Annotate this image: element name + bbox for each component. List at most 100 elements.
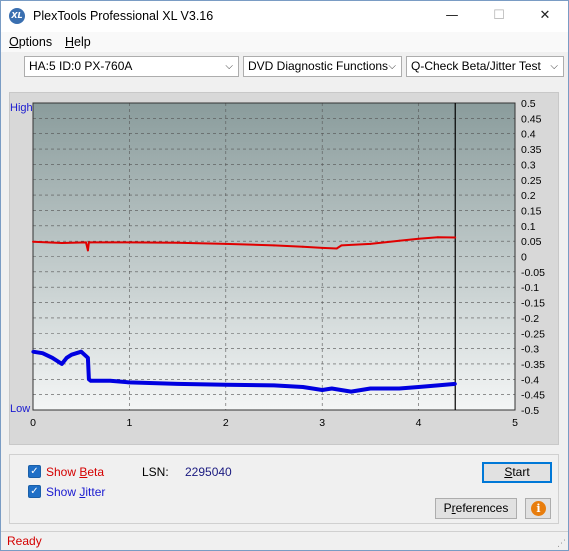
y-tick-label: 0.3: [521, 159, 536, 171]
jitter-point: [79, 350, 83, 354]
beta-point: [273, 244, 275, 247]
jitter-point: [41, 351, 45, 355]
y-tick-label: -0.5: [521, 405, 539, 417]
title-bar[interactable]: XL PlexTools Professional XL V3.16 — ☐ ✕: [1, 1, 568, 32]
x-tick-label: 2: [223, 417, 229, 429]
beta-point: [340, 244, 343, 247]
preferences-button[interactable]: Preferences: [435, 498, 517, 519]
plextools-logo-icon: XL: [9, 8, 25, 24]
show-jitter-checkbox[interactable]: ✓: [28, 485, 41, 498]
menu-help-label: elp: [74, 35, 91, 49]
drive-select[interactable]: HA:5 ID:0 PX-760A ⌵: [24, 56, 239, 77]
y-tick-label: -0.4: [521, 374, 539, 386]
function-select-value: DVD Diagnostic Functions: [248, 59, 389, 73]
beta-point: [454, 236, 457, 239]
jitter-point: [417, 385, 421, 389]
y-tick-label: 0.35: [521, 144, 542, 156]
start-label: tart: [512, 465, 530, 479]
y-tick-label: -0.1: [521, 282, 539, 294]
test-select[interactable]: Q-Check Beta/Jitter Test ⌵: [406, 56, 564, 77]
chevron-down-icon: ⌵: [225, 61, 233, 72]
y-tick-label: -0.05: [521, 267, 545, 279]
high-label: High: [10, 102, 33, 114]
jitter-point: [31, 350, 35, 354]
y-tick-label: -0.3: [521, 344, 539, 356]
drive-select-value: HA:5 ID:0 PX-760A: [29, 59, 133, 73]
y-tick-label: 0.1: [521, 221, 536, 233]
minimize-button[interactable]: —: [429, 1, 475, 32]
status-bar: Ready ⋰: [1, 531, 568, 550]
jitter-point: [320, 388, 324, 392]
show-jitter-label[interactable]: Show Jitter: [46, 485, 105, 499]
jitter-point: [349, 390, 353, 394]
test-select-value: Q-Check Beta/Jitter Test: [411, 59, 541, 73]
show-jitter-prefix: Show: [46, 485, 80, 499]
lsn-value: 2295040: [185, 465, 232, 479]
menu-help-accel: H: [65, 35, 75, 49]
jitter-point: [330, 386, 334, 391]
jitter-point: [60, 362, 64, 366]
resize-grip-icon[interactable]: ⋰: [557, 539, 566, 549]
menu-options-accel: O: [9, 35, 19, 49]
jitter-point: [301, 385, 305, 389]
y-tick-label: 0: [521, 252, 527, 264]
close-button[interactable]: ✕: [522, 1, 568, 32]
show-jitter-rest: itter: [85, 485, 106, 499]
status-text: Ready: [7, 534, 42, 548]
beta-point: [335, 247, 338, 250]
beta-point: [321, 246, 324, 249]
show-beta-prefix: Show: [46, 465, 80, 479]
function-select[interactable]: DVD Diagnostic Functions ⌵: [243, 56, 402, 77]
start-button[interactable]: Start: [482, 462, 552, 483]
x-tick-label: 3: [319, 417, 325, 429]
y-tick-label: 0.45: [521, 113, 542, 125]
beta-point: [89, 241, 92, 244]
jitter-point: [50, 356, 54, 360]
prefs-prefix: P: [443, 501, 452, 515]
jitter-point: [453, 382, 457, 386]
chevron-down-icon: ⌵: [550, 61, 558, 72]
y-tick-label: 0.2: [521, 190, 536, 202]
menu-options[interactable]: Options: [9, 35, 52, 49]
show-beta-rest: eta: [87, 465, 105, 479]
window-title: PlexTools Professional XL V3.16: [33, 9, 214, 23]
beta-point: [86, 249, 89, 252]
beta-point: [87, 241, 90, 244]
y-tick-label: 0.4: [521, 129, 536, 141]
jitter-point: [108, 379, 112, 383]
x-tick-label: 0: [30, 417, 36, 429]
info-icon: i: [531, 501, 546, 516]
jitter-point: [176, 382, 180, 386]
beta-point: [436, 236, 439, 239]
menu-bar: Options Help: [1, 32, 568, 52]
chevron-down-icon: ⌵: [388, 61, 396, 72]
jitter-point: [436, 383, 440, 387]
menu-help[interactable]: Help: [65, 35, 91, 49]
prefs-rest: eferences: [455, 501, 509, 515]
x-tick-label: 5: [512, 417, 518, 429]
y-tick-label: -0.2: [521, 313, 539, 325]
info-button[interactable]: i: [525, 498, 551, 519]
jitter-point: [70, 353, 74, 357]
y-tick-label: -0.25: [521, 328, 545, 340]
beta-point: [176, 241, 179, 244]
jitter-point: [272, 383, 276, 387]
chart-panel: 0.5 0.45 0.4 0.35 0.3 0.25 0.2 0.15 0.1 0.05 0 -0.0…: [9, 92, 559, 445]
jitter-point: [224, 383, 228, 387]
maximize-button[interactable]: ☐: [476, 1, 522, 32]
menu-options-label: ptions: [18, 35, 53, 49]
app-window: XL PlexTools Professional XL V3.16 — ☐ ✕…: [0, 0, 569, 551]
x-tick-label: 4: [416, 417, 422, 429]
show-beta-label[interactable]: Show Beta: [46, 465, 104, 479]
beta-point: [398, 239, 401, 242]
jitter-point: [127, 380, 131, 384]
show-beta-checkbox[interactable]: ✓: [28, 465, 41, 478]
y-tick-label: 0.15: [521, 205, 542, 217]
y-tick-label: -0.15: [521, 298, 545, 310]
y-tick-label: -0.45: [521, 390, 545, 402]
low-label: Low: [10, 403, 30, 415]
jitter-point: [86, 356, 90, 360]
beta-point: [417, 237, 420, 240]
x-tick-label: 1: [126, 417, 132, 429]
beta-point: [85, 241, 87, 244]
